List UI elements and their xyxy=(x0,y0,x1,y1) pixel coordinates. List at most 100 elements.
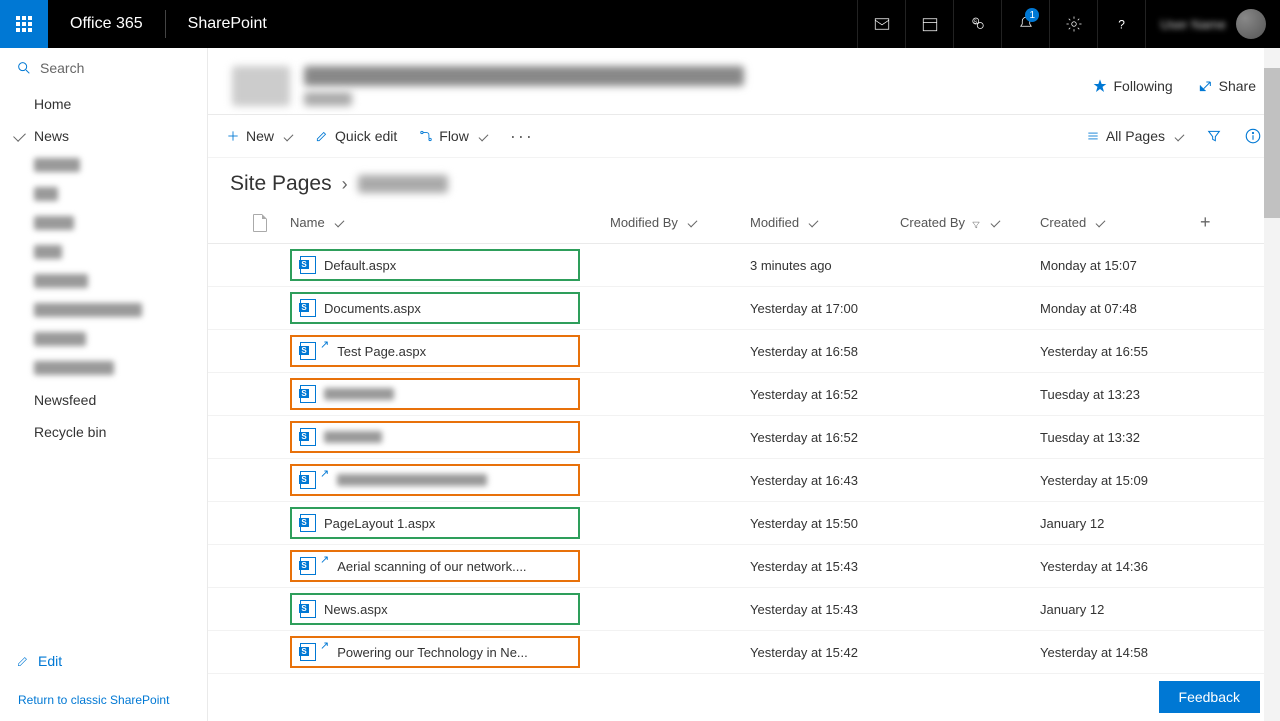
file-item[interactable]: ↗ Aerial scanning of our network.... xyxy=(290,550,580,582)
table-row[interactable]: PageLayout 1.aspxYesterday at 15:50Janua… xyxy=(208,502,1280,545)
search-icon xyxy=(16,60,32,76)
nav-edit[interactable]: Edit xyxy=(0,643,207,679)
modified-date: Yesterday at 15:43 xyxy=(750,559,900,574)
flow-icon xyxy=(419,129,433,143)
user-name: User Name xyxy=(1160,17,1226,32)
nav-item[interactable] xyxy=(0,355,207,384)
created-date: January 12 xyxy=(1040,602,1200,617)
file-item[interactable]: News.aspx xyxy=(290,593,580,625)
new-button[interactable]: New xyxy=(226,128,293,144)
modified-date: Yesterday at 16:43 xyxy=(750,473,900,488)
nav-item[interactable] xyxy=(0,239,207,268)
sharepoint-page-icon xyxy=(300,256,316,274)
nav-item[interactable] xyxy=(0,152,207,181)
file-item[interactable] xyxy=(290,421,580,453)
help-icon[interactable]: ? xyxy=(1097,0,1145,48)
svg-text:S: S xyxy=(973,19,977,25)
info-button[interactable] xyxy=(1244,127,1262,145)
file-item[interactable]: ↗Test Page.aspx xyxy=(290,335,580,367)
file-item[interactable]: Default.aspx xyxy=(290,249,580,281)
nav-item[interactable] xyxy=(0,268,207,297)
nav-home[interactable]: Home xyxy=(0,88,207,120)
col-modified-by[interactable]: Modified By xyxy=(610,215,750,230)
search-input[interactable]: Search xyxy=(0,48,207,88)
nav-item[interactable] xyxy=(0,297,207,326)
file-item[interactable]: PageLayout 1.aspx xyxy=(290,507,580,539)
sharepoint-icon[interactable]: S xyxy=(953,0,1001,48)
file-item[interactable]: ↗Powering our Technology in Ne... xyxy=(290,636,580,668)
created-date: Yesterday at 14:58 xyxy=(1040,645,1200,660)
breadcrumb: Site Pages › xyxy=(208,158,1280,202)
chevron-down-icon xyxy=(284,131,294,141)
table-row[interactable]: Documents.aspxYesterday at 17:00Monday a… xyxy=(208,287,1280,330)
nav-item[interactable] xyxy=(0,210,207,239)
sharepoint-page-icon xyxy=(300,342,316,360)
main: Following Share New Quick edit Flow xyxy=(208,48,1280,721)
file-name: News.aspx xyxy=(324,602,388,617)
file-name: Default.aspx xyxy=(324,258,396,273)
list-icon xyxy=(1086,129,1100,143)
breadcrumb-root[interactable]: Site Pages xyxy=(230,172,332,196)
following-button[interactable]: Following xyxy=(1092,78,1173,94)
table-row[interactable]: ↗Powering our Technology in Ne... Yesterd… xyxy=(208,631,1280,674)
chevron-down-icon xyxy=(478,131,488,141)
site-subtitle xyxy=(304,92,352,106)
table-row[interactable]: News.aspxYesterday at 15:43January 12 xyxy=(208,588,1280,631)
table-row[interactable]: Yesterday at 16:52Tuesday at 13:23 xyxy=(208,373,1280,416)
table-row[interactable]: Default.aspx3 minutes agoMonday at 15:07 xyxy=(208,244,1280,287)
modified-date: Yesterday at 16:52 xyxy=(750,430,900,445)
view-selector[interactable]: All Pages xyxy=(1086,128,1184,144)
nav-item[interactable] xyxy=(0,181,207,210)
shared-icon: ↗ xyxy=(320,553,329,566)
site-header: Following Share xyxy=(208,48,1280,114)
nav-news[interactable]: News xyxy=(0,120,207,152)
sharepoint-page-icon xyxy=(300,385,316,403)
created-date: Monday at 07:48 xyxy=(1040,301,1200,316)
app-launcher[interactable] xyxy=(0,0,48,48)
created-date: Yesterday at 15:09 xyxy=(1040,473,1200,488)
calendar-icon[interactable] xyxy=(905,0,953,48)
table-row[interactable]: ↗ Aerial scanning of our network.... Yeste… xyxy=(208,545,1280,588)
add-column-button[interactable]: + xyxy=(1200,212,1230,233)
nav-newsfeed[interactable]: Newsfeed xyxy=(0,384,207,416)
settings-icon[interactable] xyxy=(1049,0,1097,48)
user-account[interactable]: User Name xyxy=(1145,0,1280,48)
info-icon xyxy=(1244,127,1262,145)
shared-icon: ↗ xyxy=(320,639,329,652)
created-date: Tuesday at 13:32 xyxy=(1040,430,1200,445)
quick-edit-button[interactable]: Quick edit xyxy=(315,128,397,144)
feedback-button[interactable]: Feedback xyxy=(1159,681,1260,713)
filter-button[interactable] xyxy=(1206,128,1222,144)
col-modified[interactable]: Modified xyxy=(750,215,900,230)
col-created-by[interactable]: Created By xyxy=(900,215,1040,230)
file-item[interactable]: ↗ xyxy=(290,464,580,496)
sharepoint-page-icon xyxy=(300,557,316,575)
table-row[interactable]: Yesterday at 16:52 Tuesday at 13:32 xyxy=(208,416,1280,459)
col-created[interactable]: Created xyxy=(1040,215,1200,230)
table-row[interactable]: ↗Test Page.aspxYesterday at 16:58Yesterd… xyxy=(208,330,1280,373)
file-list: Name Modified By Modified Created By Cre… xyxy=(208,202,1280,721)
scrollbar[interactable] xyxy=(1264,48,1280,721)
file-name: Aerial scanning of our network.... xyxy=(337,559,526,574)
created-date: Monday at 15:07 xyxy=(1040,258,1200,273)
file-item[interactable]: Documents.aspx xyxy=(290,292,580,324)
o365-brand[interactable]: Office 365 xyxy=(48,15,165,33)
table-row[interactable]: ↗ Yesterday at 16:43 Yesterday at 15:09 xyxy=(208,459,1280,502)
command-bar: New Quick edit Flow ··· All Pages xyxy=(208,114,1280,158)
nav-recycle-bin[interactable]: Recycle bin xyxy=(0,416,207,448)
sharepoint-page-icon xyxy=(300,428,316,446)
notifications-icon[interactable]: 1 xyxy=(1001,0,1049,48)
file-name: PageLayout 1.aspx xyxy=(324,516,435,531)
classic-link[interactable]: Return to classic SharePoint xyxy=(0,679,207,721)
nav-item[interactable] xyxy=(0,326,207,355)
app-name[interactable]: SharePoint xyxy=(166,15,289,33)
col-name[interactable]: Name xyxy=(290,215,610,230)
pencil-icon xyxy=(315,129,329,143)
outlook-icon[interactable] xyxy=(857,0,905,48)
file-item[interactable] xyxy=(290,378,580,410)
flow-button[interactable]: Flow xyxy=(419,128,488,144)
more-button[interactable]: ··· xyxy=(510,126,534,147)
modified-date: Yesterday at 15:42 xyxy=(750,645,900,660)
avatar xyxy=(1236,9,1266,39)
share-button[interactable]: Share xyxy=(1197,78,1256,94)
